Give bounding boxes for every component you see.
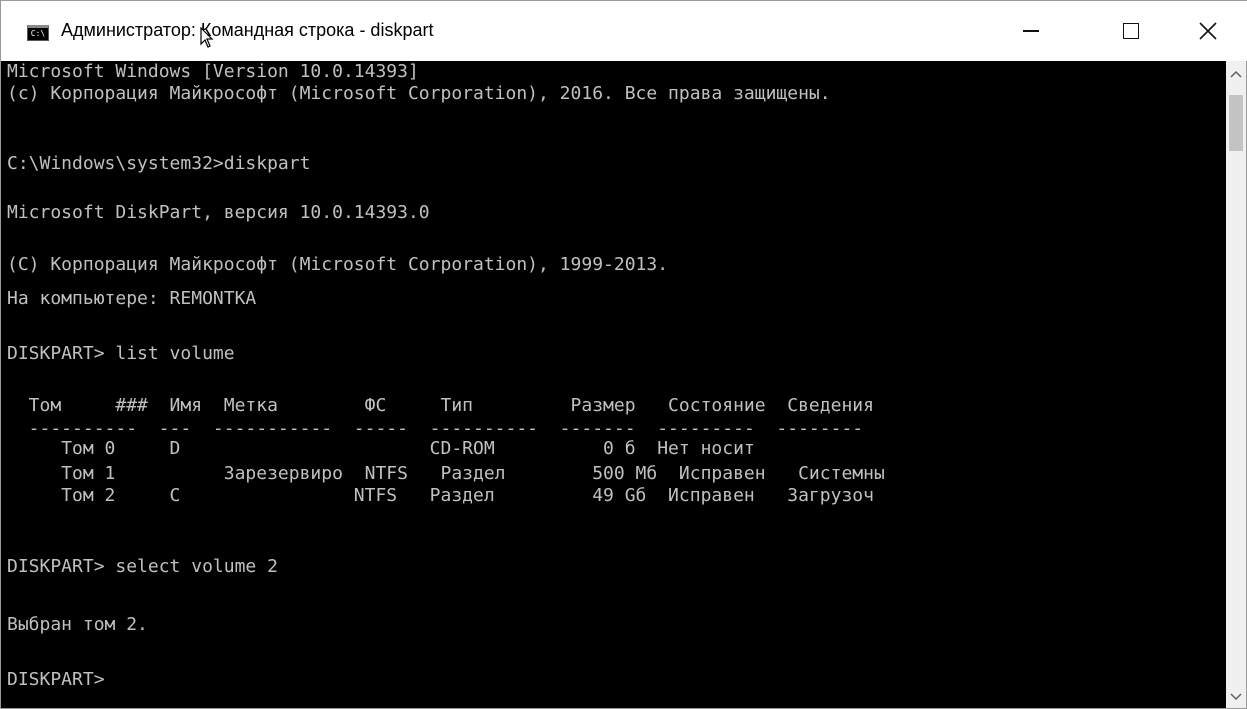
vertical-scrollbar[interactable] xyxy=(1226,61,1246,708)
minimize-icon xyxy=(1023,30,1039,32)
close-button[interactable] xyxy=(1168,1,1247,61)
chevron-down-icon xyxy=(1230,693,1242,701)
console-line: DISKPART> select volume 2 xyxy=(7,556,278,577)
console-line: (c) Корпорация Майкрософт (Microsoft Cor… xyxy=(7,83,831,104)
maximize-button[interactable] xyxy=(1091,1,1171,61)
console-line: Том ### Имя Метка ФС Тип Размер Состояни… xyxy=(7,395,874,416)
scroll-thumb[interactable] xyxy=(1229,95,1243,151)
maximize-icon xyxy=(1123,23,1139,39)
scroll-down-button[interactable] xyxy=(1226,686,1246,708)
close-icon xyxy=(1199,22,1217,40)
command-prompt-window: C:\ Администратор: Командная строка - di… xyxy=(0,0,1247,709)
cmd-app-icon-text: C:\ xyxy=(30,29,46,38)
minimize-button[interactable] xyxy=(991,1,1071,61)
console-line: Microsoft Windows [Version 10.0.14393] xyxy=(7,61,419,82)
console-line: На компьютере: REMONTKA xyxy=(7,288,257,309)
console-line: Том 0 D CD-ROM 0 б Нет носит xyxy=(7,438,755,459)
console-output[interactable]: Microsoft Windows [Version 10.0.14393] (c… xyxy=(1,61,1226,708)
title-bar[interactable]: C:\ Администратор: Командная строка - di… xyxy=(1,1,1247,61)
console-line: Microsoft DiskPart, версия 10.0.14393.0 xyxy=(7,202,430,223)
chevron-up-icon xyxy=(1230,70,1242,78)
mouse-cursor-icon xyxy=(200,27,214,48)
scroll-up-button[interactable] xyxy=(1226,63,1246,85)
console-line: Том 2 C NTFS Раздел 49 Gб Исправен Загру… xyxy=(7,485,874,506)
console-line: ---------- --- ----------- ----- -------… xyxy=(7,418,864,439)
window-title: Администратор: Командная строка - diskpa… xyxy=(61,20,434,40)
console-line: Том 1 Зарезервиро NTFS Раздел 500 Мб Исп… xyxy=(7,463,885,484)
console-line: DISKPART> xyxy=(7,669,116,690)
console-line: DISKPART> list volume xyxy=(7,343,235,364)
console-line: C:\Windows\system32>diskpart xyxy=(7,153,311,174)
console-line: (C) Корпорация Майкрософт (Microsoft Cor… xyxy=(7,254,669,275)
console-line: Выбран том 2. xyxy=(7,614,148,635)
cmd-app-icon[interactable]: C:\ xyxy=(27,25,49,41)
